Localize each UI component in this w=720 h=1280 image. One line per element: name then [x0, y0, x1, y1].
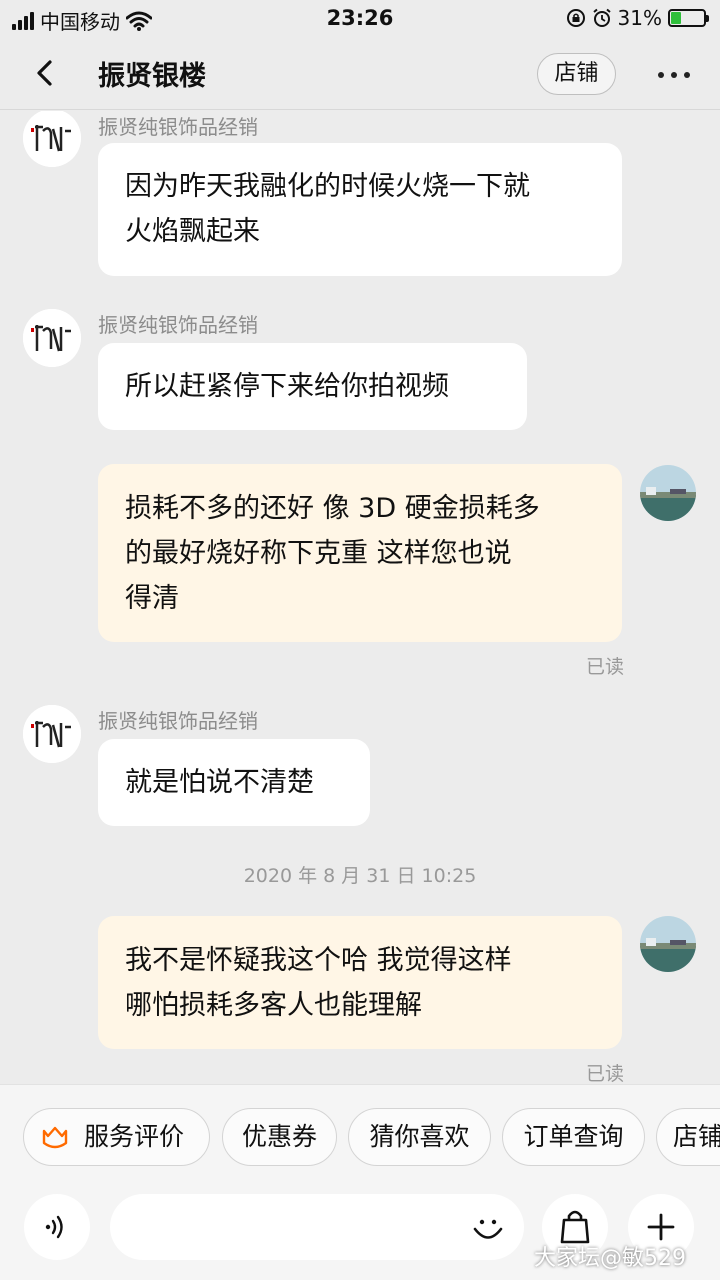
battery-percent: 31% — [617, 6, 662, 30]
back-icon[interactable] — [30, 58, 60, 88]
shop-avatar[interactable] — [23, 309, 81, 367]
chip-label: 优惠券 — [241, 1122, 317, 1151]
plus-icon — [647, 1213, 675, 1241]
message-bubble-outgoing[interactable]: 损耗不多的还好 像 3D 硬金损耗多 的最好烧好称下克重 这样您也说 得清 — [98, 464, 622, 642]
user-avatar[interactable] — [640, 465, 696, 521]
more-icon[interactable] — [658, 72, 690, 78]
shop-button[interactable]: 店铺 — [537, 53, 616, 95]
chip-label: 猜你喜欢 — [369, 1122, 470, 1151]
service-review-icon — [42, 1126, 68, 1149]
message-bubble-incoming[interactable]: 就是怕说不清楚 — [98, 739, 370, 826]
voice-icon — [45, 1215, 63, 1239]
sender-name: 振贤纯银饰品经销 — [98, 709, 258, 733]
user-avatar[interactable] — [640, 916, 696, 972]
message-line: 就是怕说不清楚 — [125, 767, 314, 798]
chip-shop[interactable]: 店铺 — [656, 1108, 720, 1166]
message-line: 损耗不多的还好 像 3D 硬金损耗多 — [125, 493, 540, 524]
sender-name: 振贤纯银饰品经销 — [98, 115, 258, 139]
message-line: 所以赶紧停下来给你拍视频 — [125, 371, 449, 402]
message-bubble-incoming[interactable]: 所以赶紧停下来给你拍视频 — [98, 343, 527, 430]
message-line: 的最好烧好称下克重 这样您也说 — [125, 538, 512, 569]
message-input[interactable] — [110, 1194, 524, 1260]
message-bubble-incoming[interactable]: 因为昨天我融化的时候火烧一下就 火焰飘起来 — [98, 143, 622, 276]
chip-order-lookup[interactable]: 订单查询 — [502, 1108, 645, 1166]
chip-label: 店铺 — [673, 1122, 720, 1151]
lock-rotation-icon — [566, 9, 585, 27]
battery-fill — [671, 12, 681, 24]
message-list[interactable]: 振贤纯银饰品经销 因为昨天我融化的时候火烧一下就 火焰飘起来 振贤纯银饰品经销 … — [0, 111, 720, 1084]
chat-header: 振贤银楼 店铺 — [0, 38, 720, 110]
timestamp: 2020 年 8 月 31 日 10:25 — [243, 865, 477, 887]
bag-icon — [560, 1210, 590, 1244]
chip-label: 服务评价 — [84, 1122, 185, 1151]
read-status: 已读 — [586, 1063, 625, 1084]
page-title: 振贤银楼 — [98, 61, 206, 92]
quick-actions-bar: 服务评价 优惠券 猜你喜欢 订单查询 店铺 — [0, 1084, 720, 1190]
message-line: 我不是怀疑我这个哈 我觉得这样 — [125, 945, 512, 976]
emoji-icon[interactable] — [470, 1210, 506, 1246]
message-line: 因为昨天我融化的时候火烧一下就 — [125, 171, 530, 202]
chip-label: 订单查询 — [523, 1122, 624, 1151]
message-bubble-outgoing[interactable]: 我不是怀疑我这个哈 我觉得这样 哪怕损耗多客人也能理解 — [98, 916, 622, 1049]
watermark: 大家坛@敏529 — [534, 1246, 686, 1271]
chip-coupon[interactable]: 优惠券 — [222, 1108, 337, 1166]
message-line: 得清 — [125, 583, 179, 614]
read-status: 已读 — [586, 656, 625, 678]
sender-name: 振贤纯银饰品经销 — [98, 313, 258, 337]
battery-icon — [668, 9, 709, 27]
message-line: 火焰飘起来 — [125, 216, 260, 247]
alarm-icon — [592, 8, 611, 27]
voice-button[interactable] — [24, 1194, 90, 1260]
shop-avatar[interactable] — [23, 705, 81, 763]
chip-service-review[interactable]: 服务评价 — [23, 1108, 210, 1166]
message-line: 哪怕损耗多客人也能理解 — [125, 990, 422, 1021]
status-bar: 中国移动 23:26 31% — [0, 0, 720, 38]
chip-guess-you-like[interactable]: 猜你喜欢 — [348, 1108, 491, 1166]
shop-avatar[interactable] — [23, 111, 81, 167]
status-right: 31% — [566, 6, 709, 30]
